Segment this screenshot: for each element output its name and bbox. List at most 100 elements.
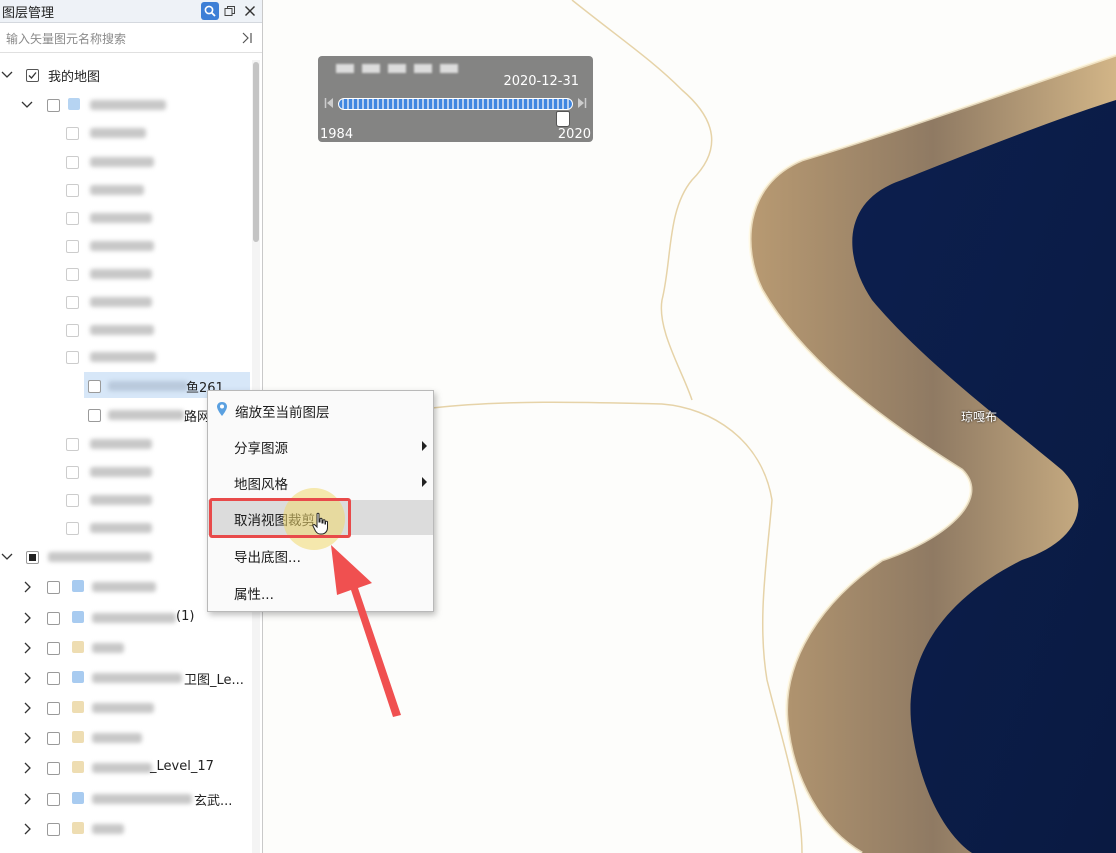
search-icon[interactable] — [201, 2, 219, 20]
checkbox[interactable] — [47, 702, 60, 715]
folder-icon — [72, 731, 84, 743]
collapse-icon[interactable] — [238, 29, 256, 47]
checkbox[interactable] — [66, 324, 79, 337]
checkbox[interactable] — [66, 296, 79, 309]
checkbox[interactable] — [47, 672, 60, 685]
layer-icon — [72, 611, 84, 623]
checkbox[interactable] — [47, 99, 60, 112]
checkbox[interactable] — [26, 69, 39, 82]
step-back-icon[interactable] — [324, 97, 334, 109]
checkbox[interactable] — [66, 351, 79, 364]
search-input[interactable] — [4, 27, 236, 51]
tree-item[interactable] — [0, 694, 252, 722]
chevron-right-icon[interactable] — [20, 761, 34, 775]
tree-item[interactable] — [0, 204, 252, 232]
blurred-label — [90, 241, 154, 251]
chevron-down-icon[interactable] — [0, 550, 14, 564]
timeline-slider-handle[interactable] — [556, 111, 570, 127]
tree-item[interactable] — [0, 260, 252, 288]
tree-item[interactable] — [0, 91, 252, 119]
tree-item[interactable]: 卫图_Le... — [0, 664, 252, 692]
chevron-right-icon[interactable] — [20, 671, 34, 685]
menu-item-zoom-to-layer[interactable]: 缩放至当前图层 — [208, 392, 433, 427]
menu-item-share-source[interactable]: 分享图源 — [208, 428, 433, 463]
checkbox[interactable] — [47, 581, 60, 594]
chevron-right-icon[interactable] — [20, 731, 34, 745]
checkbox[interactable] — [66, 240, 79, 253]
timeline-widget: 2020-12-31 1984 2020 — [318, 56, 593, 142]
hand-cursor-icon — [312, 512, 328, 535]
folder-icon — [72, 641, 84, 653]
menu-item-label: 分享图源 — [234, 441, 288, 457]
tree-item-label: 我的地图 — [48, 70, 101, 85]
checkbox[interactable] — [47, 823, 60, 836]
checkbox[interactable] — [26, 551, 39, 564]
tree-item[interactable]: _Level_17 — [0, 754, 252, 782]
chevron-right-icon[interactable] — [20, 701, 34, 715]
checkbox[interactable] — [66, 268, 79, 281]
blurred-label — [90, 352, 156, 362]
menu-item-label: 属性... — [234, 587, 274, 603]
scrollbar-thumb[interactable] — [253, 62, 259, 242]
chevron-down-icon[interactable] — [0, 68, 14, 82]
step-forward-icon[interactable] — [577, 97, 587, 109]
checkbox[interactable] — [66, 127, 79, 140]
blurred-label — [92, 582, 156, 592]
menu-item-label: 缩放至当前图层 — [235, 405, 330, 421]
checkbox[interactable] — [66, 522, 79, 535]
blurred-label — [92, 673, 182, 683]
checkbox[interactable] — [66, 494, 79, 507]
tree-item[interactable] — [0, 232, 252, 260]
chevron-right-icon[interactable] — [20, 641, 34, 655]
checkbox[interactable] — [66, 466, 79, 479]
blurred-label — [48, 552, 152, 562]
checkbox[interactable] — [66, 212, 79, 225]
checkbox[interactable] — [88, 409, 101, 422]
tree-item[interactable] — [0, 176, 252, 204]
checkbox[interactable] — [66, 438, 79, 451]
tree-item-label: (1) — [176, 609, 195, 624]
blurred-label — [90, 128, 146, 138]
close-icon[interactable] — [241, 2, 259, 20]
layer-icon — [72, 671, 84, 683]
tree-item[interactable] — [0, 724, 252, 752]
blurred-label — [92, 703, 154, 713]
blurred-label — [108, 381, 188, 391]
chevron-down-icon[interactable] — [20, 98, 34, 112]
tree-item[interactable] — [0, 288, 252, 316]
timeline-slider[interactable] — [338, 98, 573, 110]
chevron-right-icon[interactable] — [20, 611, 34, 625]
chevron-right-icon[interactable] — [20, 792, 34, 806]
tree-item[interactable] — [0, 119, 252, 147]
tree-item-label: 卫图_Le... — [184, 673, 244, 688]
checkbox[interactable] — [47, 793, 60, 806]
menu-item-label: 地图风格 — [234, 477, 288, 493]
checkbox[interactable] — [66, 156, 79, 169]
tree-item[interactable]: 玄武... — [0, 785, 252, 813]
checkbox[interactable] — [88, 380, 101, 393]
submenu-arrow-icon — [422, 441, 427, 451]
folder-icon — [72, 761, 84, 773]
blurred-label — [90, 495, 152, 505]
checkbox[interactable] — [47, 612, 60, 625]
restore-window-icon[interactable] — [221, 2, 239, 20]
checkbox[interactable] — [47, 732, 60, 745]
blurred-label — [90, 297, 152, 307]
tree-item[interactable] — [0, 815, 252, 843]
chevron-right-icon[interactable] — [20, 822, 34, 836]
blurred-label — [92, 824, 124, 834]
tree-item[interactable] — [0, 634, 252, 662]
checkbox[interactable] — [47, 762, 60, 775]
menu-item-properties[interactable]: 属性... — [208, 574, 433, 609]
menu-item-label: 导出底图... — [234, 550, 301, 566]
tree-item-my-map[interactable]: 我的地图 — [0, 61, 252, 89]
checkbox[interactable] — [47, 642, 60, 655]
blurred-label — [90, 157, 154, 167]
chevron-right-icon[interactable] — [20, 580, 34, 594]
tree-item[interactable] — [0, 343, 252, 371]
folder-icon — [72, 822, 84, 834]
tree-item[interactable] — [0, 148, 252, 176]
checkbox[interactable] — [66, 184, 79, 197]
blurred-label — [90, 467, 152, 477]
tree-item[interactable] — [0, 316, 252, 344]
